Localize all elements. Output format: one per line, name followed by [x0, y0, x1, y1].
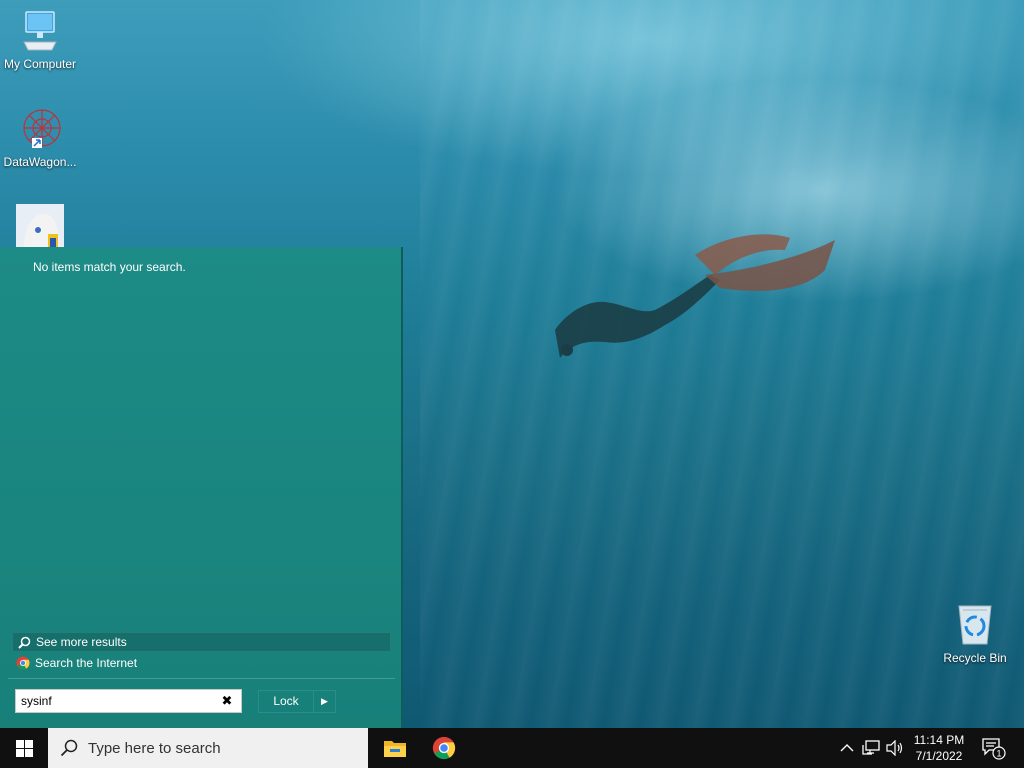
datawagon-icon: [23, 109, 61, 148]
recycle-bin-icon: [958, 605, 992, 645]
action-center-button[interactable]: 1: [980, 736, 1006, 760]
anime-app-icon: [16, 204, 64, 248]
start-search-box[interactable]: ✖: [15, 689, 242, 713]
network-icon[interactable]: [862, 739, 880, 757]
search-icon: [16, 634, 32, 650]
taskbar: Type here to search 11:14 PM 7/1/2022 1: [0, 728, 1024, 768]
desktop-icon-label: Recycle Bin: [943, 651, 1007, 665]
taskbar-chrome[interactable]: [420, 728, 468, 768]
search-icon: [60, 739, 78, 757]
start-button[interactable]: [0, 728, 48, 768]
start-search-panel: No items match your search. See more res…: [0, 247, 403, 728]
taskbar-search-box[interactable]: Type here to search: [48, 728, 368, 768]
desktop-icon-my-computer[interactable]: My Computer: [0, 10, 80, 71]
clock-date: 7/1/2022: [915, 749, 963, 763]
chrome-icon: [15, 655, 31, 671]
volume-icon[interactable]: [886, 739, 904, 757]
desktop-icon-label: My Computer: [3, 57, 77, 71]
panel-divider: [8, 678, 395, 679]
lock-button[interactable]: Lock: [258, 690, 314, 713]
see-more-results-link[interactable]: See more results: [12, 632, 391, 652]
notification-icon: 1: [982, 738, 1006, 760]
search-internet-label: Search the Internet: [35, 656, 138, 670]
no-results-message: No items match your search.: [33, 260, 186, 274]
desktop-icon-recycle-bin[interactable]: Recycle Bin: [935, 602, 1015, 665]
system-clock[interactable]: 11:14 PM 7/1/2022: [906, 732, 972, 764]
desktop-icon-datawagon[interactable]: DataWagon...: [0, 106, 80, 169]
taskbar-search-placeholder: Type here to search: [88, 739, 221, 757]
windows-logo-icon: [15, 739, 33, 757]
chevron-right-icon: ▶: [321, 696, 328, 706]
desktop: My Computer DataWagon... Recycle Bin No …: [0, 0, 1024, 768]
file-explorer-icon: [384, 741, 406, 757]
desktop-icon-label: DataWagon...: [3, 155, 77, 169]
monitor-icon: [23, 11, 57, 51]
clock-time: 11:14 PM: [913, 733, 965, 747]
chrome-icon: [432, 736, 456, 760]
taskbar-file-explorer[interactable]: [371, 728, 419, 768]
see-more-results-label: See more results: [36, 635, 127, 649]
desktop-icon-anime-app[interactable]: [0, 204, 80, 253]
wallpaper-diver: [555, 234, 835, 358]
power-options-arrow-button[interactable]: ▶: [314, 690, 336, 713]
start-search-input[interactable]: [16, 694, 216, 708]
search-internet-link[interactable]: Search the Internet: [12, 653, 391, 673]
chevron-up-icon[interactable]: [838, 739, 856, 757]
notification-count: 1: [996, 749, 1001, 759]
clear-search-button[interactable]: ✖: [216, 693, 238, 709]
